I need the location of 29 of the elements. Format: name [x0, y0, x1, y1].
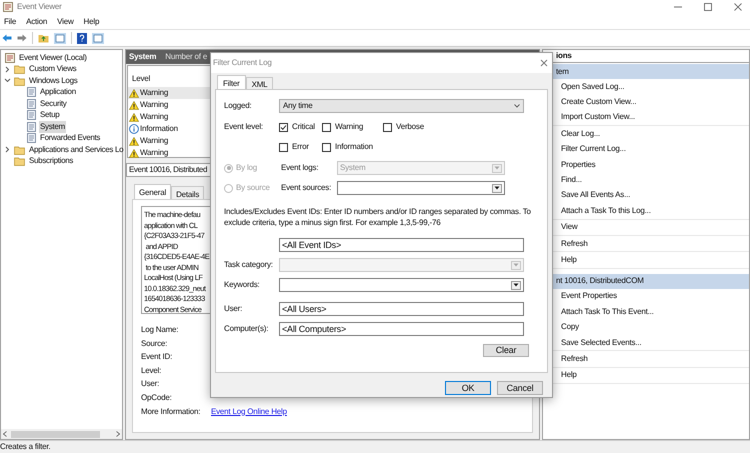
checkbox-label: Information — [335, 141, 373, 153]
detail-field-label: Event ID: — [141, 351, 174, 364]
checkbox-label: Verbose — [396, 121, 424, 133]
field-label: Keywords: — [224, 279, 261, 291]
event-ids-help-text: Includes/Excludes Event IDs: Enter ID numbers and/or ID ranges separated by commas. To exclude criteria, type a minus sign first. For example 1,3,5-99,-76 — [224, 206, 532, 228]
status-text: Creates a filter. — [0, 441, 50, 453]
radio-label: By log — [236, 162, 258, 174]
field-label: Computer(s): — [224, 323, 270, 335]
detail-field-label: OpCode: — [141, 392, 173, 404]
field-label: Event level: — [224, 121, 264, 133]
field-label: Event sources: — [281, 182, 332, 194]
checkbox-label: Warning — [335, 121, 364, 133]
detail-field-label: More Information: — [141, 406, 202, 418]
detail-field-label: Level: — [141, 364, 162, 377]
detail-field-label: Source: — [141, 338, 168, 350]
field-label: Logged: — [224, 100, 253, 112]
field-label: Event logs: — [281, 162, 320, 174]
log-subtitle: Number of e — [165, 51, 208, 63]
field-label: Task category: — [224, 259, 274, 271]
dialog-title: Filter Current Log — [213, 57, 272, 69]
field-label: User: — [224, 303, 244, 315]
checkbox-label: Critical — [292, 121, 315, 133]
actions-title: ions — [556, 50, 572, 62]
window-title: Event Viewer — [17, 1, 62, 13]
detail-field-label: Log Name: — [141, 324, 180, 336]
radio-label: By source — [236, 182, 270, 194]
log-title: System — [129, 51, 156, 63]
checkbox-label: Error — [292, 141, 309, 153]
detail-field-label: User: — [141, 378, 160, 390]
